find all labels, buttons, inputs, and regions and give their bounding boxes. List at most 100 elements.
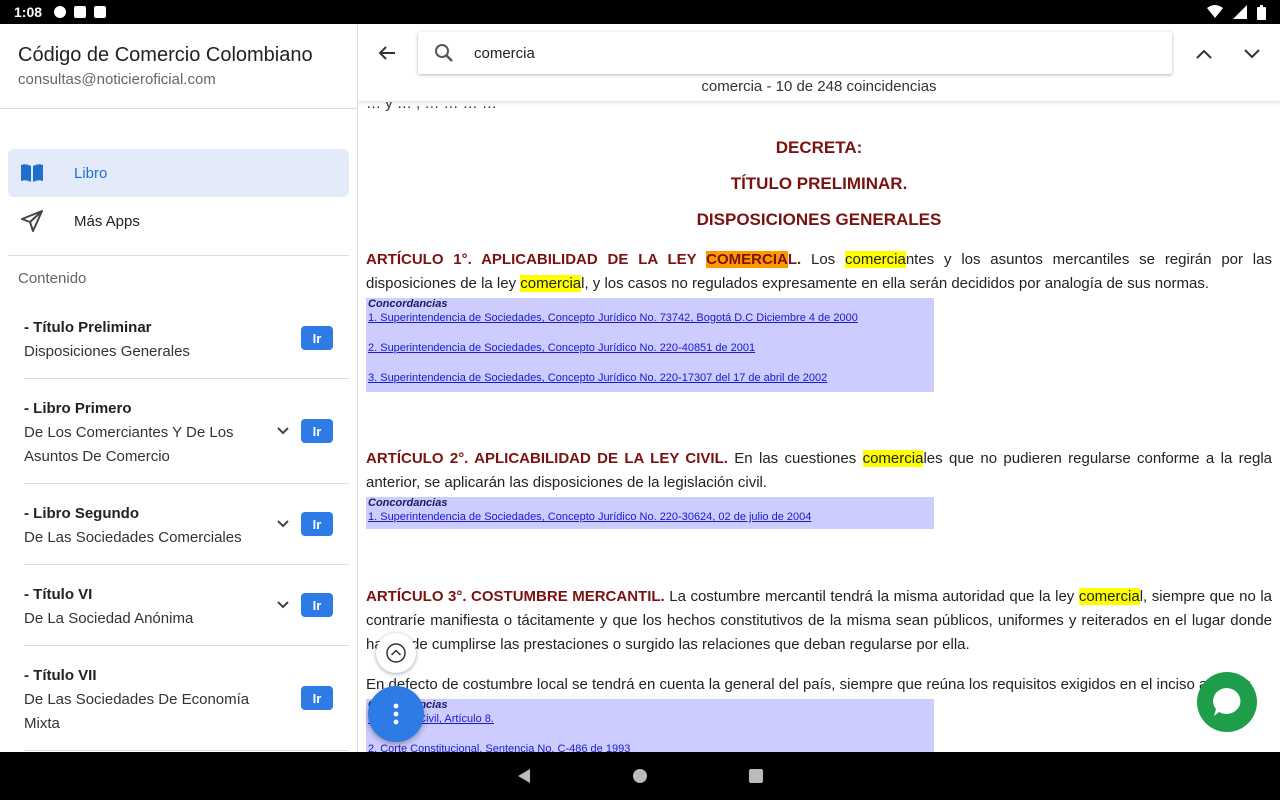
- search-field[interactable]: comercia: [418, 32, 1172, 74]
- toc-item-subtitle: Disposiciones Generales: [24, 343, 190, 360]
- toc-item[interactable]: - Libro Primero De Los Comerciantes Y De…: [24, 379, 349, 484]
- toc-item-subtitle: De Las Sociedades Comerciales: [24, 529, 242, 546]
- drawer-header: Código de Comercio Colombiano consultas@…: [0, 24, 357, 109]
- current-match-highlight: COMERCIA: [706, 251, 788, 268]
- go-button[interactable]: Ir: [301, 419, 333, 443]
- document-content: … y … , … … … … DECRETA: TÍTULO PRELIMIN…: [358, 102, 1280, 752]
- system-navigation-bar: [0, 752, 1280, 800]
- search-query[interactable]: comercia: [474, 45, 535, 62]
- toc-item-subtitle: De Las Sociedades De Economía Mixta: [24, 691, 250, 732]
- status-bar: 1:08: [0, 0, 1280, 24]
- document-heading: DECRETA:: [775, 138, 863, 157]
- arrow-left-icon: [378, 46, 395, 60]
- concordances-label: Concordancias: [368, 497, 448, 509]
- chat-button[interactable]: [1197, 672, 1257, 732]
- article-text: l, y los casos no regulados expresamente…: [581, 275, 1209, 292]
- go-button[interactable]: Ir: [301, 326, 333, 350]
- go-button[interactable]: Ir: [301, 512, 333, 536]
- app-title: Código de Comercio Colombiano: [18, 44, 313, 66]
- article-title-tail: L.: [787, 251, 802, 268]
- match-highlight: comercia: [520, 275, 582, 292]
- recents-square-icon[interactable]: [748, 768, 764, 784]
- match-highlight: comercia: [1078, 588, 1140, 605]
- book-icon: [20, 161, 44, 185]
- back-button[interactable]: [374, 40, 400, 66]
- toc-item[interactable]: - Título VII De Las Sociedades De Econom…: [24, 646, 349, 751]
- wifi-icon: [1207, 5, 1223, 18]
- back-triangle-icon[interactable]: [516, 768, 532, 784]
- more-options-button[interactable]: [368, 686, 424, 742]
- concordance-link[interactable]: 1. Superintendencia de Sociedades, Conce…: [368, 509, 932, 529]
- nav-item-libro[interactable]: Libro: [8, 149, 349, 197]
- toc-item-title: - Libro Primero: [24, 400, 132, 417]
- home-circle-icon[interactable]: [632, 768, 648, 784]
- chevron-down-icon[interactable]: [277, 599, 289, 611]
- concordances-box: Concordancias 1. Superintendencia de Soc…: [366, 497, 934, 529]
- signal-icon: [1233, 5, 1247, 19]
- document-heading: DISPOSICIONES GENERALES: [696, 210, 942, 229]
- nav-item-mas-apps[interactable]: Más Apps: [8, 197, 349, 245]
- article-title: ARTÍCULO 3°. COSTUMBRE MERCANTIL.: [366, 588, 665, 605]
- article-text: En las cuestiones: [727, 450, 863, 467]
- article-text: La costumbre mercantil tendrá la misma a…: [664, 588, 1079, 605]
- section-label: Contenido: [18, 270, 87, 287]
- toc-item[interactable]: - Título Preliminar Disposiciones Genera…: [24, 298, 349, 379]
- concordances-box: Concordancias 1. Código Civil, Artículo …: [366, 699, 934, 752]
- toc-item[interactable]: - Libro Segundo De Las Sociedades Comerc…: [24, 484, 349, 565]
- nav-item-label: Libro: [74, 164, 108, 182]
- match-highlight: comercia: [844, 251, 906, 268]
- battery-icon: [1257, 4, 1266, 20]
- main-content: comercia comercia - 10 de 248 coincidenc…: [358, 24, 1280, 752]
- article-3: ARTÍCULO 3°. COSTUMBRE MERCANTIL. La cos…: [366, 585, 1272, 657]
- nav-item-label: Más Apps: [74, 212, 140, 230]
- concordances-label: Concordancias: [368, 699, 932, 711]
- chevron-down-icon[interactable]: [277, 518, 289, 530]
- chevron-down-icon[interactable]: [277, 425, 289, 437]
- article-title: ARTÍCULO 1°. APLICABILIDAD DE LA LEY: [366, 251, 707, 268]
- scroll-top-button[interactable]: [376, 633, 416, 673]
- next-match-button[interactable]: [1238, 40, 1266, 68]
- settings-status-icon: [54, 6, 67, 18]
- article-text: Los: [801, 251, 845, 268]
- app-email: consultas@noticieroficial.com: [18, 71, 216, 88]
- concordances-box: Concordancias 1. Superintendencia de Soc…: [366, 298, 934, 392]
- chevron-down-icon: [1244, 49, 1260, 59]
- go-button[interactable]: Ir: [301, 686, 333, 710]
- toc-item-title: - Título VI: [24, 586, 93, 603]
- previous-match-button[interactable]: [1190, 40, 1218, 68]
- document-heading: TÍTULO PRELIMINAR.: [730, 174, 908, 193]
- concordance-link[interactable]: 2. Corte Constitucional, Sentencia No. C…: [368, 741, 932, 752]
- partial-line: … y … , … … … …: [366, 102, 497, 112]
- concordance-link[interactable]: 1. Código Civil, Artículo 8.: [368, 711, 932, 741]
- concordance-link[interactable]: 3. Superintendencia de Sociedades, Conce…: [368, 370, 932, 392]
- toc-item-title: - Libro Segundo: [24, 505, 139, 522]
- toc-item[interactable]: - Título VI De La Sociedad Anónima Ir: [24, 565, 349, 646]
- article-1: ARTÍCULO 1°. APLICABILIDAD DE LA LEY COM…: [366, 248, 1272, 296]
- chevron-up-circle-icon: [386, 643, 406, 663]
- match-count: comercia - 10 de 248 coincidencias: [701, 78, 937, 95]
- article-title: ARTÍCULO 2°. APLICABILIDAD DE LA LEY CIV…: [366, 450, 728, 467]
- match-highlight: comercia: [862, 450, 924, 467]
- table-of-contents: - Título Preliminar Disposiciones Genera…: [0, 298, 357, 751]
- search-toolbar: comercia comercia - 10 de 248 coincidenc…: [358, 24, 1280, 102]
- toc-item-subtitle: De La Sociedad Anónima: [24, 610, 194, 627]
- sd-card-status-icon: [94, 6, 107, 18]
- toc-item-subtitle: De Los Comerciantes Y De Los Asuntos De …: [24, 424, 234, 465]
- article-2: ARTÍCULO 2°. APLICABILIDAD DE LA LEY CIV…: [366, 447, 1272, 495]
- concordance-link[interactable]: 2. Superintendencia de Sociedades, Conce…: [368, 340, 932, 370]
- search-icon: [435, 44, 453, 62]
- text-status-icon: [74, 6, 87, 18]
- concordance-link[interactable]: 1. Superintendencia de Sociedades, Conce…: [368, 310, 932, 340]
- toc-item-title: - Título Preliminar: [24, 319, 152, 336]
- toc-item-title: - Título VII: [24, 667, 97, 684]
- drawer-nav: Libro Más Apps: [0, 109, 357, 245]
- article-3-paragraph-2: En defecto de costumbre local se tendrá …: [366, 676, 1254, 693]
- chevron-up-icon: [1196, 49, 1212, 59]
- status-time: 1:08: [14, 4, 43, 20]
- concordances-label: Concordancias: [368, 298, 448, 310]
- navigation-drawer: Código de Comercio Colombiano consultas@…: [0, 24, 358, 752]
- more-vertical-icon: [393, 703, 399, 725]
- chat-bubble-icon: [1213, 688, 1241, 716]
- send-icon: [20, 209, 44, 233]
- go-button[interactable]: Ir: [301, 593, 333, 617]
